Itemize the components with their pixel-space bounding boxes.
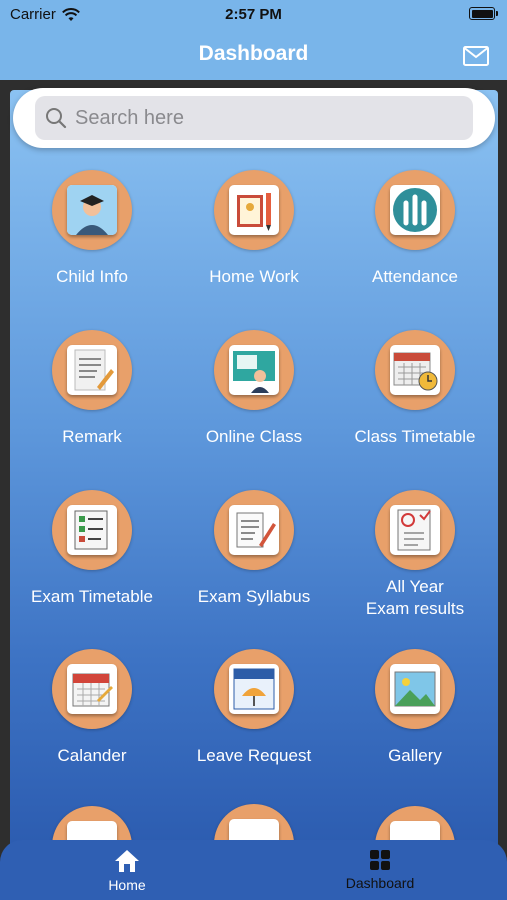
- page-title: Dashboard: [198, 42, 309, 65]
- tile-child-info[interactable]: Child Info: [11, 170, 173, 288]
- search-icon: [46, 108, 67, 129]
- tile-label: All Year Exam results: [334, 576, 496, 620]
- mail-icon[interactable]: [463, 46, 489, 66]
- search-input[interactable]: [75, 106, 455, 130]
- top-bar: Carrier 2:57 PM Dashboard: [0, 0, 507, 80]
- home-icon: [115, 850, 139, 872]
- tile-label-line2: Exam results: [365, 599, 465, 618]
- note-icon: [74, 349, 114, 391]
- tile-gallery[interactable]: Gallery: [334, 649, 496, 767]
- tile-label: Exam Syllabus: [197, 587, 311, 606]
- tile-label: Calander: [57, 746, 127, 765]
- battery-icon: [469, 7, 498, 20]
- dashboard-panel: Child Info Home Work Attendance Remark O…: [10, 90, 498, 850]
- tile-label: Gallery: [388, 746, 442, 765]
- image-gallery-icon: [394, 671, 436, 707]
- tile-exam-timetable[interactable]: Exam Timetable: [11, 490, 173, 608]
- raised-hands-icon: [393, 188, 437, 232]
- status-bar: Carrier 2:57 PM: [0, 0, 507, 28]
- student-icon: [67, 185, 117, 235]
- tile-label: Class Timetable: [354, 427, 476, 446]
- book-icon: [237, 193, 271, 231]
- tile-online-class[interactable]: Online Class: [173, 330, 335, 448]
- tile-label: Attendance: [371, 267, 458, 286]
- tile-label: Exam Timetable: [31, 587, 153, 606]
- tile-calander[interactable]: Calander: [11, 649, 173, 767]
- tab-home[interactable]: Home: [67, 848, 187, 893]
- tab-dashboard[interactable]: Dashboard: [320, 848, 440, 891]
- tile-attendance[interactable]: Attendance: [334, 170, 496, 288]
- tile-exam-syllabus[interactable]: Exam Syllabus: [173, 490, 335, 608]
- tile-remark[interactable]: Remark: [11, 330, 173, 448]
- tile-home-work[interactable]: Home Work: [173, 170, 335, 288]
- calendar-icon: [72, 673, 113, 707]
- tile-class-timetable[interactable]: Class Timetable: [334, 330, 496, 448]
- grade-report-icon: [397, 509, 431, 551]
- document-pen-icon: [236, 512, 276, 548]
- tab-home-label: Home: [108, 877, 146, 893]
- tile-exam-results[interactable]: All Year Exam results: [334, 490, 496, 620]
- grid-icon: [370, 850, 390, 870]
- search-bar: [13, 88, 495, 148]
- tile-label-line1: All Year: [386, 577, 444, 596]
- leave-umbrella-icon: [233, 668, 275, 710]
- tile-label: Home Work: [209, 267, 299, 286]
- tile-label: Child Info: [56, 267, 128, 286]
- tab-bar: Home Dashboard: [0, 840, 507, 900]
- tile-leave-request[interactable]: Leave Request: [173, 649, 335, 767]
- tile-label: Online Class: [205, 427, 303, 446]
- video-class-icon: [233, 351, 275, 393]
- tile-label: Remark: [62, 427, 122, 446]
- clock: 2:57 PM: [225, 6, 282, 23]
- calendar-clock-icon: [393, 352, 438, 391]
- checklist-icon: [74, 510, 108, 550]
- tab-dashboard-label: Dashboard: [345, 875, 415, 891]
- tile-label: Leave Request: [196, 746, 312, 765]
- search-field[interactable]: [35, 96, 473, 140]
